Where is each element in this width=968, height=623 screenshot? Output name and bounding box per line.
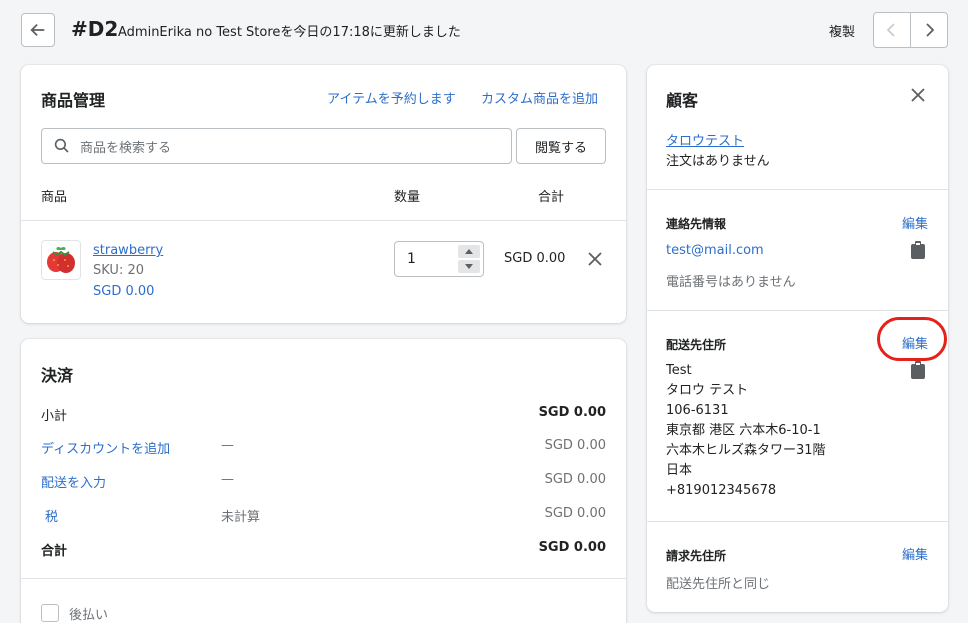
divider bbox=[21, 220, 626, 221]
top-bar: #D2 AdminErika no Test Storeを今日の17:18に更新… bbox=[0, 0, 968, 64]
divider bbox=[21, 578, 626, 579]
page-subtitle: AdminErika no Test Storeを今日の17:18に更新しました bbox=[118, 25, 461, 40]
quantity-stepper[interactable]: 1 bbox=[394, 241, 484, 277]
divider bbox=[647, 521, 948, 522]
address-line: 106-6131 bbox=[666, 403, 729, 418]
next-button[interactable] bbox=[911, 13, 947, 47]
address-line: 六本木ヒルズ森タワー31階 bbox=[666, 443, 826, 458]
subtotal-value: SGD 0.00 bbox=[538, 405, 606, 420]
line-item-total: SGD 0.00 bbox=[504, 251, 566, 266]
products-title: 商品管理 bbox=[41, 91, 106, 110]
pay-later-label: 後払い bbox=[69, 608, 109, 623]
clipboard-icon[interactable] bbox=[911, 241, 925, 259]
duplicate-button[interactable]: 複製 bbox=[829, 21, 855, 40]
product-search-input[interactable]: 商品を検索する bbox=[41, 128, 512, 164]
previous-button[interactable] bbox=[874, 13, 911, 47]
address-line: Test bbox=[666, 363, 692, 378]
shipping-value: SGD 0.00 bbox=[544, 472, 606, 487]
payment-card: 決済 小計 SGD 0.00 ディスカウントを追加 — SGD 0.00 配送を… bbox=[21, 339, 626, 623]
strawberry-image bbox=[47, 246, 75, 273]
browse-button[interactable]: 閲覧する bbox=[516, 128, 606, 164]
discount-row: ディスカウントを追加 — SGD 0.00 bbox=[41, 438, 606, 458]
shipping-description: — bbox=[221, 472, 234, 487]
caret-down-icon bbox=[465, 264, 473, 269]
contact-edit-link[interactable]: 編集 bbox=[902, 213, 928, 232]
discount-value: SGD 0.00 bbox=[544, 438, 606, 453]
add-discount-link[interactable]: ディスカウントを追加 bbox=[41, 438, 170, 457]
tax-link[interactable]: 税 bbox=[45, 506, 58, 525]
divider bbox=[647, 310, 948, 311]
arrow-left-icon bbox=[30, 23, 45, 37]
customer-title: 顧客 bbox=[666, 91, 699, 110]
contact-phone: 電話番号はありません bbox=[666, 275, 796, 290]
contact-email[interactable]: test@mail.com bbox=[666, 243, 764, 258]
page-title: #D2 bbox=[71, 17, 119, 41]
discount-description: — bbox=[221, 438, 234, 453]
billing-same-as-shipping: 配送先住所と同じ bbox=[666, 577, 771, 592]
total-value: SGD 0.00 bbox=[538, 540, 606, 555]
chevron-right-icon bbox=[926, 23, 935, 37]
divider bbox=[647, 189, 948, 190]
total-row: 合計 SGD 0.00 bbox=[41, 540, 606, 560]
tax-description: 未計算 bbox=[221, 510, 261, 525]
column-header-total: 合計 bbox=[538, 190, 565, 205]
subtotal-row: 小計 SGD 0.00 bbox=[41, 405, 606, 425]
payment-title: 決済 bbox=[41, 366, 74, 385]
customer-name-link[interactable]: タロウテスト bbox=[666, 130, 744, 149]
clipboard-icon[interactable] bbox=[911, 361, 925, 379]
chevron-left-icon bbox=[886, 23, 895, 37]
billing-edit-link[interactable]: 編集 bbox=[902, 544, 928, 563]
product-thumbnail bbox=[41, 240, 81, 280]
customer-orders: 注文はありません bbox=[666, 154, 770, 169]
pagination bbox=[873, 12, 948, 48]
tax-row: 税 未計算 SGD 0.00 bbox=[41, 506, 606, 526]
search-placeholder: 商品を検索する bbox=[80, 140, 172, 156]
add-custom-item-link[interactable]: カスタム商品を追加 bbox=[481, 88, 598, 107]
address-line: +819012345678 bbox=[666, 483, 777, 498]
total-label: 合計 bbox=[41, 544, 68, 559]
quantity-value: 1 bbox=[407, 251, 416, 267]
address-line: 日本 bbox=[666, 463, 693, 478]
increment-button[interactable] bbox=[458, 245, 480, 258]
address-line: 東京都 港区 六本木6-10-1 bbox=[666, 423, 821, 438]
caret-up-icon bbox=[465, 249, 473, 254]
product-price: SGD 0.00 bbox=[93, 284, 155, 299]
product-sku: SKU: 20 bbox=[93, 263, 144, 278]
shipping-row: 配送を入力 — SGD 0.00 bbox=[41, 472, 606, 492]
product-name-link[interactable]: strawberry bbox=[93, 243, 163, 258]
search-icon bbox=[54, 138, 69, 153]
tax-value: SGD 0.00 bbox=[544, 506, 606, 521]
column-header-product: 商品 bbox=[41, 190, 68, 205]
decrement-button[interactable] bbox=[458, 260, 480, 273]
reserve-items-link[interactable]: アイテムを予約します bbox=[327, 88, 456, 107]
back-button[interactable] bbox=[21, 13, 55, 47]
contact-section-title: 連絡先情報 bbox=[666, 217, 727, 231]
stepper-controls bbox=[458, 245, 480, 273]
close-icon[interactable] bbox=[911, 88, 925, 102]
highlight-annotation bbox=[877, 317, 947, 361]
pay-later-checkbox[interactable] bbox=[41, 604, 59, 622]
subtotal-label: 小計 bbox=[41, 409, 68, 424]
address-line: タロウ テスト bbox=[666, 383, 749, 398]
shipping-section-title: 配送先住所 bbox=[666, 338, 727, 352]
products-card: 商品管理 アイテムを予約します カスタム商品を追加 商品を検索する 閲覧する 商… bbox=[21, 65, 626, 323]
close-icon[interactable] bbox=[588, 252, 602, 266]
billing-section-title: 請求先住所 bbox=[666, 549, 727, 563]
add-shipping-link[interactable]: 配送を入力 bbox=[41, 472, 106, 491]
column-header-quantity: 数量 bbox=[394, 190, 421, 205]
